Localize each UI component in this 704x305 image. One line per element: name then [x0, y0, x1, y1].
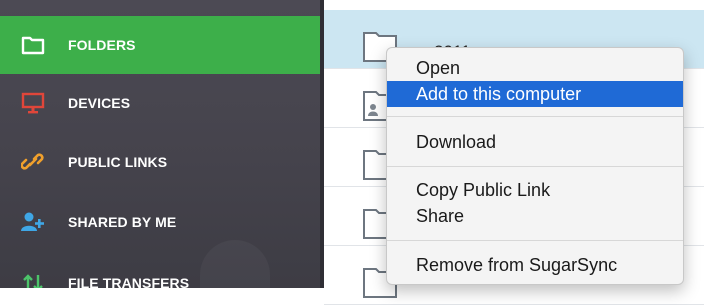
add-user-icon	[20, 211, 46, 233]
folder-icon	[20, 34, 46, 56]
sidebar-item-file-transfers[interactable]: FILE TRANSFERS	[0, 254, 320, 288]
sidebar: FOLDERS DEVICES PUBLIC LINKS SHARED BY M…	[0, 0, 324, 288]
sidebar-item-folders[interactable]: FOLDERS	[0, 16, 320, 74]
menu-item-add-to-this-computer[interactable]: Add to this computer	[387, 81, 683, 107]
monitor-icon	[20, 92, 46, 114]
menu-separator	[387, 166, 683, 167]
sidebar-item-label: DEVICES	[68, 95, 131, 111]
sidebar-item-label: SHARED BY ME	[68, 214, 177, 230]
menu-item-remove-from-sugarsync[interactable]: Remove from SugarSync	[387, 252, 683, 278]
context-menu: Open Add to this computer Download Copy …	[386, 47, 684, 285]
sidebar-item-devices[interactable]: DEVICES	[0, 74, 320, 132]
transfer-arrows-icon	[20, 272, 46, 288]
menu-item-download[interactable]: Download	[387, 129, 683, 155]
menu-item-share[interactable]: Share	[387, 203, 683, 229]
menu-item-copy-public-link[interactable]: Copy Public Link	[387, 177, 683, 203]
sidebar-item-shared-by-me[interactable]: SHARED BY ME	[0, 193, 320, 251]
menu-separator	[387, 116, 683, 117]
menu-item-open[interactable]: Open	[387, 55, 683, 81]
sidebar-item-label: FILE TRANSFERS	[68, 275, 190, 288]
sidebar-item-label: PUBLIC LINKS	[68, 154, 168, 170]
link-icon	[20, 151, 46, 173]
menu-separator	[387, 240, 683, 241]
sidebar-item-label: FOLDERS	[68, 37, 136, 53]
sidebar-item-public-links[interactable]: PUBLIC LINKS	[0, 133, 320, 191]
